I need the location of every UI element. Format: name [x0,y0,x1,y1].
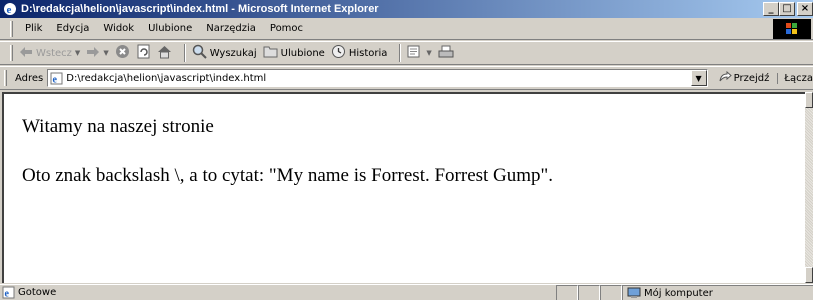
mail-button[interactable]: ▼ [407,45,432,62]
page-content: Witamy na naszej stronie Oto znak backsl… [2,92,805,283]
address-input[interactable]: e D:\redakcja\helion\javascript\index.ht… [47,69,708,87]
menu-help[interactable]: Pomoc [264,23,311,34]
go-button[interactable]: Przejdź [718,70,770,86]
links-button[interactable]: Łącza [777,72,813,84]
refresh-button[interactable] [136,44,151,62]
computer-icon [627,287,641,299]
menu-tools[interactable]: Narzędzia [200,23,264,34]
ie-icon: e [2,1,18,17]
home-button[interactable] [157,44,172,62]
back-arrow-icon [19,46,33,61]
status-main-panel: e Gotowe [0,285,556,300]
address-label: Adres [14,72,44,84]
forward-dropdown-icon[interactable]: ▼ [103,49,108,57]
mail-icon [407,45,423,62]
go-label: Przejdź [733,72,770,84]
toolbar-separator [399,44,402,62]
back-dropdown-icon[interactable]: ▼ [75,49,80,57]
vertical-scrollbar[interactable] [805,92,813,283]
status-security-cell [578,285,600,300]
status-text: Gotowe [18,287,57,298]
address-grip[interactable] [4,70,7,86]
print-button[interactable] [438,45,454,62]
back-label: Wstecz [36,47,72,59]
scroll-up-button[interactable] [805,92,813,108]
title-bar[interactable]: e D:\redakcja\helion\javascript\index.ht… [0,0,813,18]
maximize-button[interactable]: □ [779,2,795,16]
minimize-button[interactable]: _ [763,2,779,16]
svg-text:e: e [5,289,10,300]
backslash-quote-text: Oto znak backslash \, a to cytat: "My na… [22,165,554,186]
standard-toolbar: Wstecz ▼ ▼ Wyszukaj Ulubione Historia ▼ [0,41,813,65]
svg-text:e: e [53,74,58,85]
status-zone-panel: Mój komputer [622,285,813,300]
status-privacy-cell [600,285,622,300]
stop-button[interactable] [115,44,130,62]
status-page-icon: e [2,286,15,299]
search-icon [192,44,207,62]
stop-icon [115,44,130,62]
close-button[interactable]: × [797,2,813,16]
mail-dropdown-icon[interactable]: ▼ [426,49,431,57]
print-icon [438,45,454,62]
forward-arrow-icon [86,46,100,61]
menu-bar: Plik Edycja Widok Ulubione Narzędzia Pom… [0,18,813,40]
welcome-text: Witamy na naszej stronie [22,116,214,137]
page-ie-icon: e [50,72,63,85]
favorites-button[interactable]: Ulubione [263,45,325,61]
home-icon [157,44,172,62]
search-label: Wyszukaj [209,47,257,59]
go-arrow-icon [718,70,732,86]
menu-grip[interactable] [10,20,13,37]
history-button[interactable]: Historia [331,44,388,62]
menu-file[interactable]: Plik [19,23,50,34]
history-label: Historia [348,47,388,59]
status-bar: e Gotowe Mój komputer [0,284,813,300]
window-title: D:\redakcja\helion\javascript\index.html… [21,3,379,15]
back-button[interactable]: Wstecz ▼ [19,46,80,61]
status-progress-cell [556,285,578,300]
address-dropdown-button[interactable]: ▼ [690,70,707,86]
menu-favorites[interactable]: Ulubione [142,23,200,34]
menu-view[interactable]: Widok [97,23,142,34]
favorites-folder-icon [263,45,278,61]
history-icon [331,44,346,62]
svg-text:e: e [7,4,12,16]
toolbar-separator [183,44,186,62]
forward-button[interactable]: ▼ [86,46,109,61]
windows-logo-icon [773,19,811,39]
search-button[interactable]: Wyszukaj [192,44,257,62]
favorites-label: Ulubione [280,47,325,59]
zone-text: Mój komputer [644,287,713,299]
toolbar-grip[interactable] [10,45,13,61]
refresh-icon [136,44,151,62]
address-bar: Adres e D:\redakcja\helion\javascript\in… [0,66,813,90]
scroll-down-button[interactable] [805,267,813,283]
address-value: D:\redakcja\helion\javascript\index.html [66,72,267,84]
menu-edit[interactable]: Edycja [50,23,97,34]
